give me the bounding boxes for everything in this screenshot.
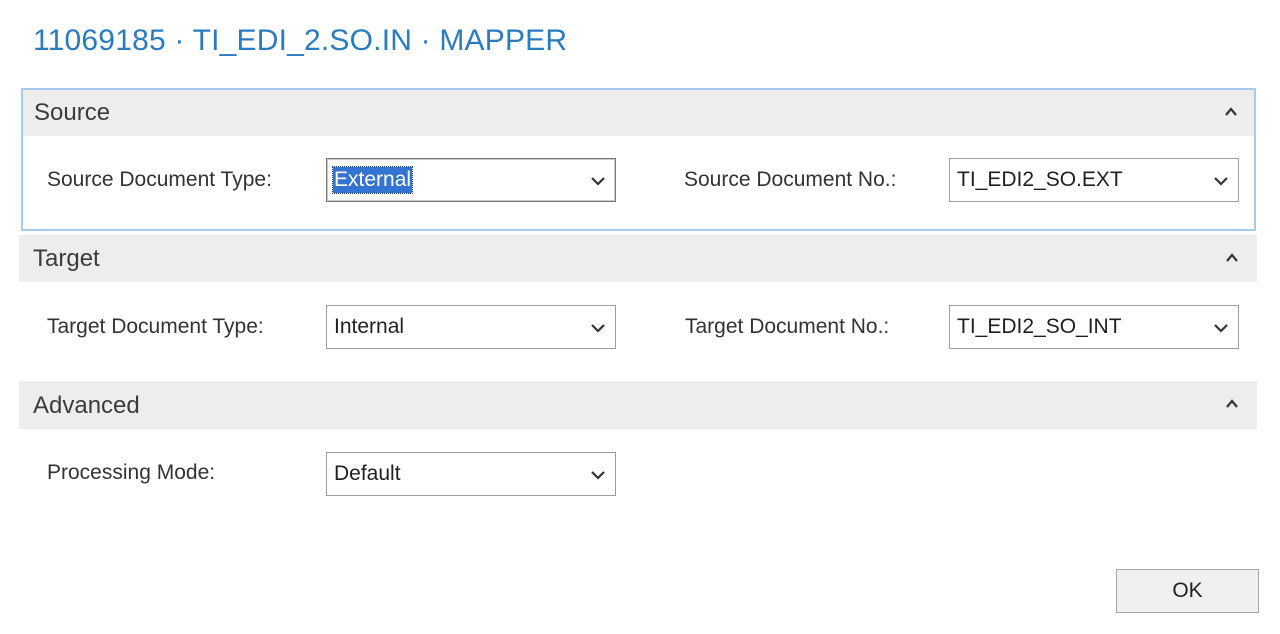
chevron-up-icon[interactable] bbox=[1225, 397, 1239, 411]
target-document-no-value: TI_EDI2_SO_INT bbox=[957, 315, 1122, 338]
section-source-header[interactable]: Source bbox=[23, 90, 1254, 136]
section-source-title: Source bbox=[34, 99, 111, 126]
section-target: Target bbox=[19, 235, 1257, 282]
chevron-up-icon[interactable] bbox=[1225, 251, 1239, 265]
chevron-down-icon[interactable] bbox=[590, 173, 606, 189]
section-advanced-title: Advanced bbox=[33, 392, 140, 419]
processing-mode-value: Default bbox=[334, 462, 401, 485]
section-target-header[interactable]: Target bbox=[19, 235, 1257, 282]
page-title: 11069185 · TI_EDI_2.SO.IN · MAPPER bbox=[33, 24, 568, 57]
source-document-no-select[interactable]: TI_EDI2_SO.EXT bbox=[949, 158, 1239, 202]
mapper-dialog: 11069185 · TI_EDI_2.SO.IN · MAPPER Sourc… bbox=[0, 0, 1280, 634]
source-document-type-select[interactable]: External bbox=[326, 158, 616, 202]
source-document-type-value: External bbox=[331, 166, 414, 194]
chevron-down-icon[interactable] bbox=[590, 320, 606, 336]
source-document-no-label: Source Document No.: bbox=[684, 168, 897, 191]
target-document-type-value: Internal bbox=[334, 315, 405, 338]
target-document-type-label: Target Document Type: bbox=[47, 315, 264, 338]
processing-mode-label: Processing Mode: bbox=[47, 461, 216, 484]
chevron-down-icon[interactable] bbox=[590, 467, 606, 483]
ok-button[interactable]: OK bbox=[1116, 569, 1259, 613]
target-document-no-label: Target Document No.: bbox=[685, 315, 890, 338]
section-advanced: Advanced bbox=[19, 381, 1257, 429]
source-document-no-value: TI_EDI2_SO.EXT bbox=[957, 168, 1123, 191]
chevron-down-icon[interactable] bbox=[1213, 320, 1229, 336]
source-document-type-label: Source Document Type: bbox=[47, 168, 272, 191]
section-advanced-header[interactable]: Advanced bbox=[19, 381, 1257, 429]
chevron-up-icon[interactable] bbox=[1224, 105, 1238, 119]
chevron-down-icon[interactable] bbox=[1213, 173, 1229, 189]
section-target-title: Target bbox=[33, 245, 100, 272]
target-document-no-select[interactable]: TI_EDI2_SO_INT bbox=[949, 305, 1239, 349]
processing-mode-select[interactable]: Default bbox=[326, 452, 616, 496]
target-document-type-select[interactable]: Internal bbox=[326, 305, 616, 349]
